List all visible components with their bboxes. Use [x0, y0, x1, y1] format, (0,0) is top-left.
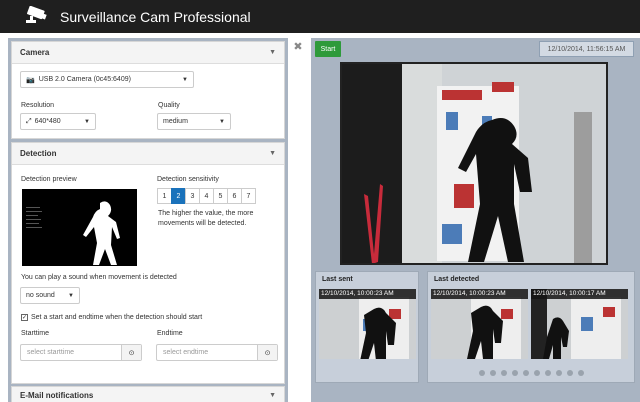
- camera-icon: 📷: [26, 76, 35, 84]
- email-card-title: E-Mail notifications: [20, 390, 94, 400]
- sensitivity-option[interactable]: 4: [199, 188, 214, 204]
- detected-time: 12/10/2014, 10:00:23 AM: [431, 289, 528, 299]
- carousel-dot[interactable]: [522, 370, 529, 376]
- quality-select[interactable]: medium ▼: [157, 113, 231, 130]
- last-sent-thumbnail[interactable]: 12/10/2014, 10:00:23 AM: [319, 289, 416, 359]
- caret-down-icon: ▼: [219, 118, 225, 125]
- resolution-value: 640*480: [34, 118, 61, 125]
- chevron-down-icon[interactable]: ▼: [269, 392, 276, 399]
- sensitivity-label: Detection sensitivity: [157, 176, 219, 183]
- carousel-dot[interactable]: [555, 370, 562, 376]
- sensitivity-selector: 1 2 3 4 5 6 7: [157, 188, 256, 204]
- settings-panel: Camera ▼ 📷 USB 2.0 Camera (0c45:6409) ▼ …: [8, 38, 288, 402]
- clock-icon[interactable]: ⊙: [121, 345, 141, 360]
- detection-preview-image: [22, 189, 137, 266]
- last-sent-title: Last sent: [322, 276, 353, 283]
- resize-icon: ⤢: [26, 117, 32, 125]
- last-sent-panel: Last sent 12/10/2014, 10:00:23 AM: [315, 271, 419, 383]
- sensitivity-option[interactable]: 3: [185, 188, 200, 204]
- starttime-input[interactable]: select starttime ⊙: [20, 344, 142, 361]
- email-card: E-Mail notifications ▼: [11, 386, 285, 402]
- app-title: Surveillance Cam Professional: [60, 8, 251, 25]
- endtime-input[interactable]: select endtime ⊙: [156, 344, 278, 361]
- carousel-dot[interactable]: [500, 370, 507, 376]
- carousel-pagination: [428, 370, 634, 376]
- sensitivity-option[interactable]: 7: [241, 188, 256, 204]
- carousel-dot[interactable]: [544, 370, 551, 376]
- sensitivity-hint: The higher the value, the more movements…: [158, 210, 254, 227]
- sound-value: no sound: [26, 292, 55, 299]
- chevron-down-icon[interactable]: ▼: [269, 150, 276, 157]
- camera-device-value: USB 2.0 Camera (0c45:6409): [38, 76, 131, 83]
- live-timestamp: 12/10/2014, 11:56:15 AM: [539, 41, 634, 57]
- start-button[interactable]: Start: [315, 41, 341, 57]
- camera-card: Camera ▼ 📷 USB 2.0 Camera (0c45:6409) ▼ …: [11, 41, 285, 139]
- detected-thumbnail[interactable]: 12/10/2014, 10:00:23 AM: [431, 289, 528, 359]
- app-header: Surveillance Cam Professional: [0, 0, 640, 33]
- endtime-label: Endtime: [157, 330, 183, 337]
- detected-thumbnail[interactable]: 12/10/2014, 10:00:17 AM: [531, 289, 628, 359]
- email-card-header[interactable]: E-Mail notifications ▼: [12, 387, 284, 402]
- detection-card-title: Detection: [20, 149, 57, 158]
- schedule-checkbox-row[interactable]: ✓ Set a start and endtime when the detec…: [21, 314, 202, 321]
- sensitivity-option[interactable]: 1: [157, 188, 172, 204]
- clock-icon[interactable]: ⊙: [257, 345, 277, 360]
- sensitivity-option[interactable]: 6: [227, 188, 242, 204]
- camera-card-title: Camera: [20, 48, 50, 57]
- carousel-dot[interactable]: [577, 370, 584, 376]
- carousel-dot[interactable]: [533, 370, 540, 376]
- sound-hint: You can play a sound when movement is de…: [21, 274, 177, 281]
- live-video: [340, 62, 608, 265]
- camera-logo-icon: [24, 5, 52, 28]
- camera-card-header[interactable]: Camera ▼: [12, 42, 284, 64]
- quality-label: Quality: [158, 102, 180, 109]
- schedule-checkbox-label: Set a start and endtime when the detecti…: [31, 314, 203, 321]
- carousel-dot[interactable]: [489, 370, 496, 376]
- last-sent-time: 12/10/2014, 10:00:23 AM: [319, 289, 416, 299]
- starttime-label: Starttime: [21, 330, 50, 337]
- live-view-panel: Start 12/10/2014, 11:56:15 AM Last sent: [311, 38, 640, 402]
- detection-card-header[interactable]: Detection ▼: [12, 143, 284, 165]
- last-detected-panel: Last detected 12/10/2014, 10:00:23 AM 12…: [427, 271, 635, 383]
- carousel-dot[interactable]: [511, 370, 518, 376]
- starttime-placeholder: select starttime: [27, 349, 75, 356]
- detected-time: 12/10/2014, 10:00:17 AM: [531, 289, 628, 299]
- resolution-label: Resolution: [21, 102, 55, 109]
- detection-preview-label: Detection preview: [21, 176, 77, 183]
- schedule-checkbox[interactable]: ✓: [21, 314, 28, 321]
- detection-card: Detection ▼ Detection preview Detection …: [11, 142, 285, 384]
- sound-select[interactable]: no sound ▼: [20, 287, 80, 304]
- caret-down-icon: ▼: [182, 76, 188, 83]
- resolution-select[interactable]: ⤢ 640*480 ▼: [20, 113, 96, 130]
- last-detected-title: Last detected: [434, 276, 480, 283]
- carousel-dot[interactable]: [566, 370, 573, 376]
- camera-device-select[interactable]: 📷 USB 2.0 Camera (0c45:6409) ▼: [20, 71, 194, 88]
- caret-down-icon: ▼: [84, 118, 90, 125]
- chevron-down-icon[interactable]: ▼: [269, 49, 276, 56]
- caret-down-icon: ▼: [68, 292, 74, 299]
- endtime-placeholder: select endtime: [163, 349, 209, 356]
- quality-value: medium: [163, 118, 188, 125]
- close-icon[interactable]: ✖: [292, 41, 304, 53]
- carousel-dot[interactable]: [478, 370, 485, 376]
- sensitivity-option-selected[interactable]: 2: [171, 188, 186, 204]
- sensitivity-option[interactable]: 5: [213, 188, 228, 204]
